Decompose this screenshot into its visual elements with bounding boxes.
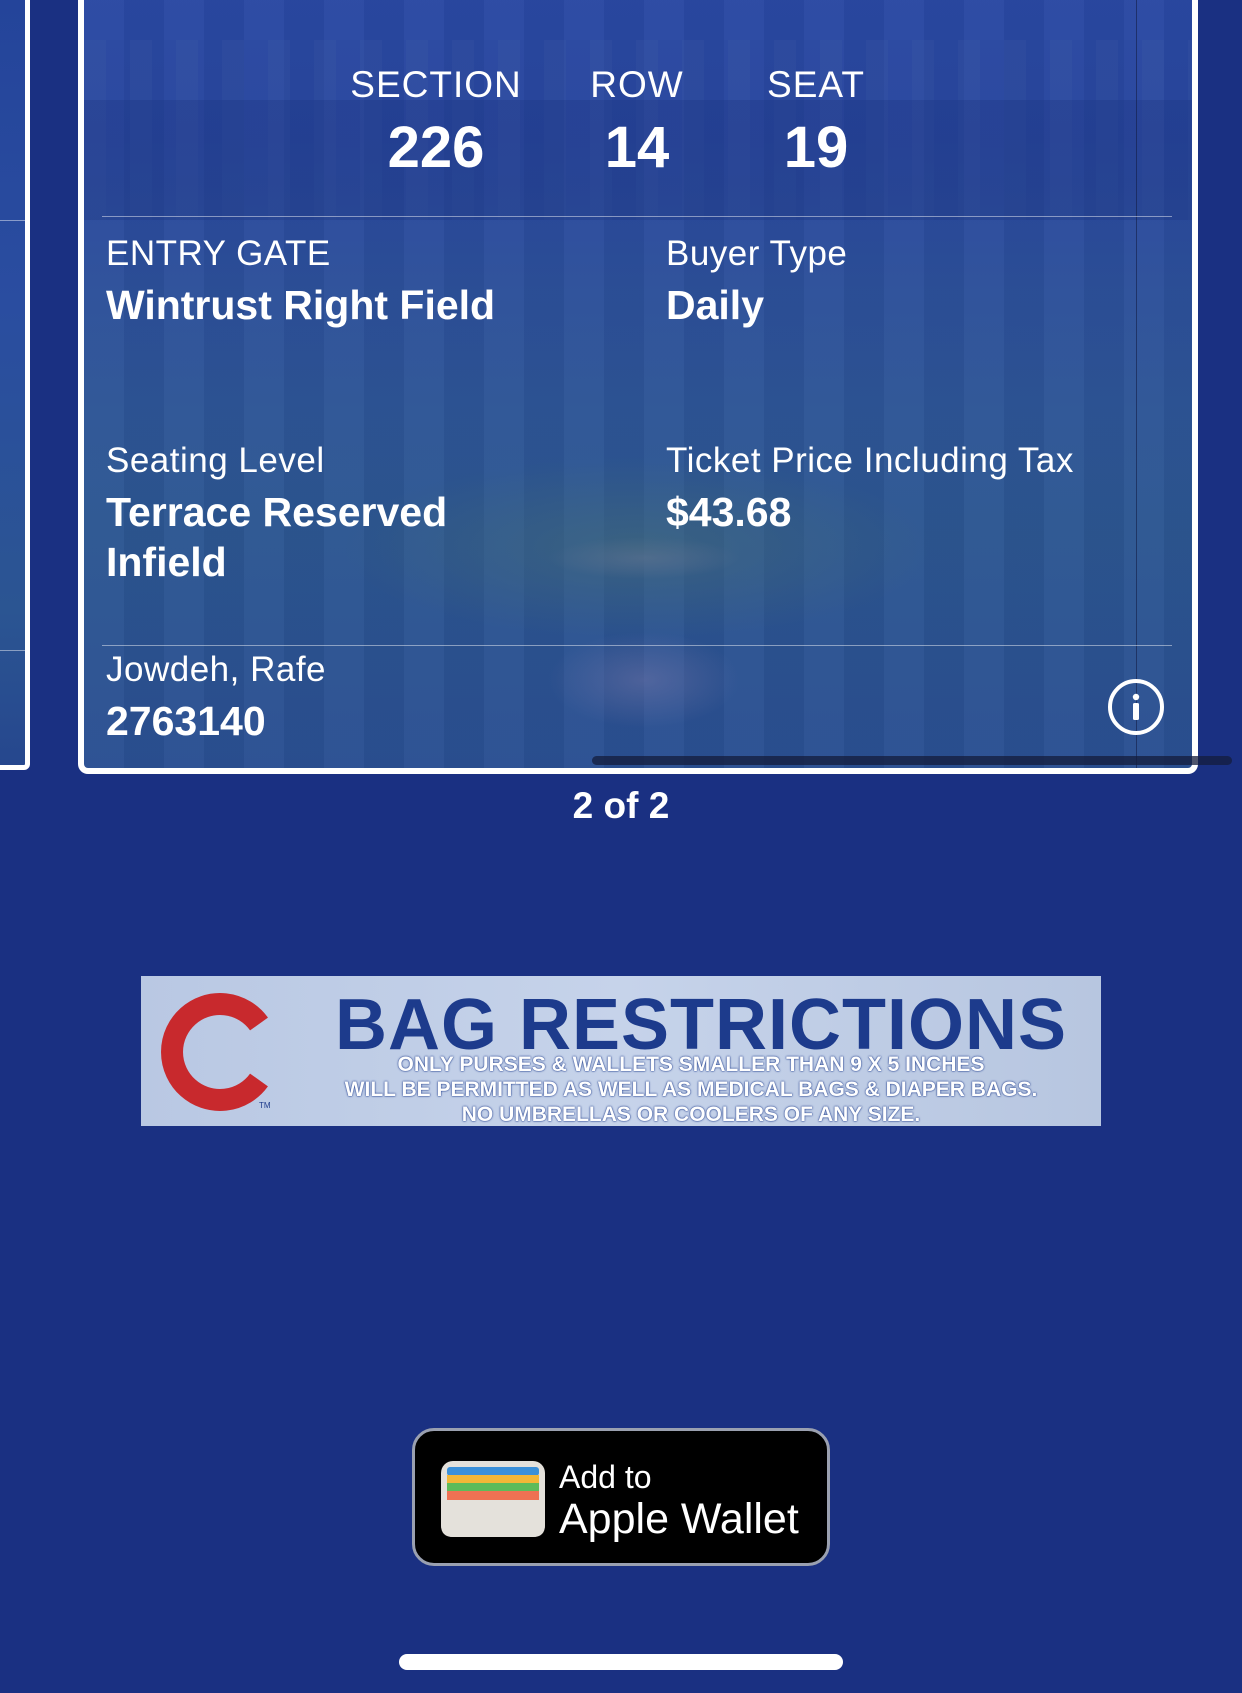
divider (0, 650, 25, 651)
ticket-card[interactable]: SECTION 226 ROW 14 SEAT 19 ENTRY GATE Wi… (78, 0, 1198, 774)
wallet-button-line1: Add to (559, 1459, 652, 1495)
buyer-type-label: Buyer Type (666, 234, 848, 273)
seating-level-label: Seating Level (106, 441, 325, 480)
info-icon (1132, 693, 1140, 720)
svg-text:TM: TM (259, 1101, 271, 1110)
seat-value: 19 (783, 115, 849, 180)
price-value: $43.68 (666, 489, 792, 535)
divider (102, 216, 1172, 217)
section-value: 226 (387, 115, 485, 180)
section-block: SECTION 226 (346, 64, 526, 181)
card-edge-line (1136, 0, 1137, 768)
wallet-button-line2: Apple Wallet (559, 1495, 799, 1543)
buyer-type-value: Daily (666, 282, 764, 328)
ticket-number: 2763140 (106, 698, 266, 744)
entry-gate-label: ENTRY GATE (106, 234, 331, 273)
home-indicator[interactable] (399, 1654, 843, 1670)
divider (0, 220, 25, 221)
section-label: SECTION (350, 64, 522, 105)
cubs-logo: TM (161, 993, 271, 1111)
row-block: ROW 14 (582, 64, 692, 181)
seating-level-value: Terrace Reserved Infield (106, 489, 448, 585)
seat-block: SEAT 19 (756, 64, 876, 181)
row-label: ROW (590, 64, 684, 105)
info-button[interactable] (1108, 679, 1164, 735)
previous-ticket-card[interactable] (0, 0, 30, 770)
row-value: 14 (604, 115, 670, 180)
wallet-icon (441, 1461, 545, 1537)
bag-restrictions-banner: TM BAG RESTRICTIONS ONLY PURSES & WALLET… (141, 976, 1101, 1126)
buyer-type-field: Buyer Type Daily (666, 234, 847, 330)
holder-name: Jowdeh, Rafe (106, 650, 327, 689)
ticket-pager: 2 of 2 (572, 785, 670, 826)
horizontal-scroll-indicator (592, 756, 1232, 765)
seat-label: SEAT (767, 64, 865, 105)
entry-gate-field: ENTRY GATE Wintrust Right Field (106, 234, 495, 330)
banner-body: ONLY PURSES & WALLETS SMALLER THAN 9 X 5… (344, 1053, 1038, 1126)
holder-field: Jowdeh, Rafe 2763140 (106, 650, 326, 746)
add-to-apple-wallet-button[interactable]: Add to Apple Wallet (412, 1428, 830, 1566)
entry-gate-value: Wintrust Right Field (106, 282, 496, 328)
divider (102, 645, 1172, 646)
price-field: Ticket Price Including Tax $43.68 (666, 441, 1074, 537)
seating-level-field: Seating Level Terrace Reserved Infield (106, 441, 526, 587)
price-label: Ticket Price Including Tax (666, 441, 1074, 480)
